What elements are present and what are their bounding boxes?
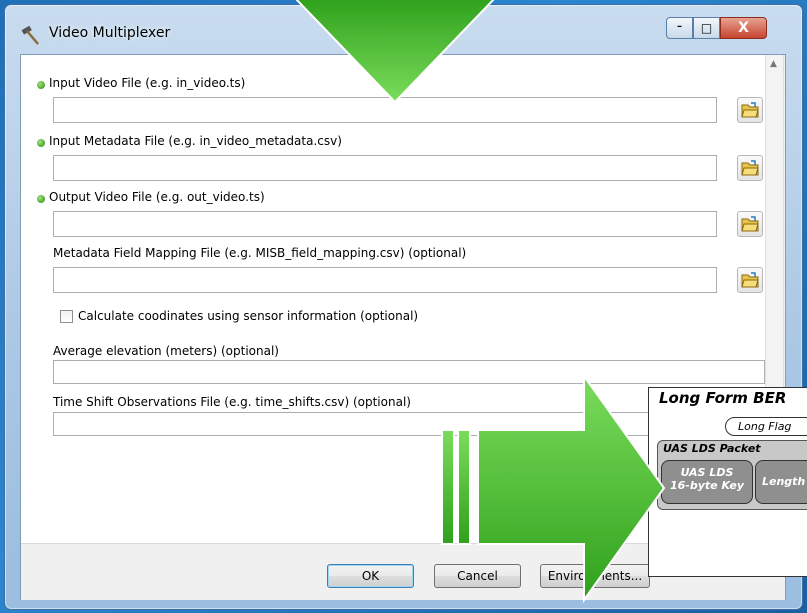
input-metadata-field[interactable] — [53, 155, 717, 181]
scroll-up-icon[interactable]: ▲ — [770, 59, 777, 69]
input-video-label: Input Video File (e.g. in_video.ts) — [49, 76, 246, 90]
output-video-field[interactable] — [53, 211, 717, 237]
close-icon: X — [738, 20, 749, 36]
output-video-label: Output Video File (e.g. out_video.ts) — [49, 190, 265, 204]
sensor-coordinates-label: Calculate coodinates using sensor inform… — [78, 309, 419, 323]
time-shift-label: Time Shift Observations File (e.g. time_… — [53, 395, 411, 409]
long-flag-box: Long Flag — [725, 417, 807, 436]
required-indicator-icon — [37, 81, 45, 89]
minimize-icon: – — [677, 21, 682, 32]
minimize-button[interactable]: – — [666, 17, 693, 39]
folder-open-icon — [741, 272, 759, 288]
window-title: Video Multiplexer — [49, 25, 171, 41]
folder-open-icon — [741, 102, 759, 118]
browse-field-mapping-button[interactable] — [737, 267, 763, 293]
maximize-icon: □ — [700, 21, 713, 35]
input-metadata-label: Input Metadata File (e.g. in_video_metad… — [49, 134, 342, 148]
required-indicator-icon — [37, 195, 45, 203]
browse-input-video-button[interactable] — [737, 97, 763, 123]
folder-open-icon — [741, 216, 759, 232]
close-button[interactable]: X — [720, 17, 767, 39]
maximize-button[interactable]: □ — [693, 17, 720, 39]
browse-output-video-button[interactable] — [737, 211, 763, 237]
field-mapping-label: Metadata Field Mapping File (e.g. MISB_f… — [53, 246, 467, 260]
packet-label: UAS LDS Packet — [663, 442, 761, 455]
sensor-coordinates-checkbox[interactable] — [60, 310, 73, 323]
down-arrow-icon — [295, 0, 495, 104]
hammer-icon — [21, 25, 39, 45]
elevation-label: Average elevation (meters) (optional) — [53, 344, 279, 358]
folder-open-icon — [741, 160, 759, 176]
diagram-title: Long Form BER — [659, 389, 787, 407]
ok-button[interactable]: OK — [327, 564, 414, 588]
key-box: UAS LDS 16-byte Key — [661, 460, 753, 504]
right-arrow-icon — [441, 372, 666, 604]
key-line2: 16-byte Key — [669, 479, 745, 492]
length-box: Length — [755, 460, 807, 504]
key-line1: UAS LDS — [680, 466, 734, 479]
field-mapping-field[interactable] — [53, 267, 717, 293]
browse-input-metadata-button[interactable] — [737, 155, 763, 181]
required-indicator-icon — [37, 139, 45, 147]
ber-diagram: Long Form BER Long Flag UAS LDS Packet U… — [648, 387, 807, 577]
